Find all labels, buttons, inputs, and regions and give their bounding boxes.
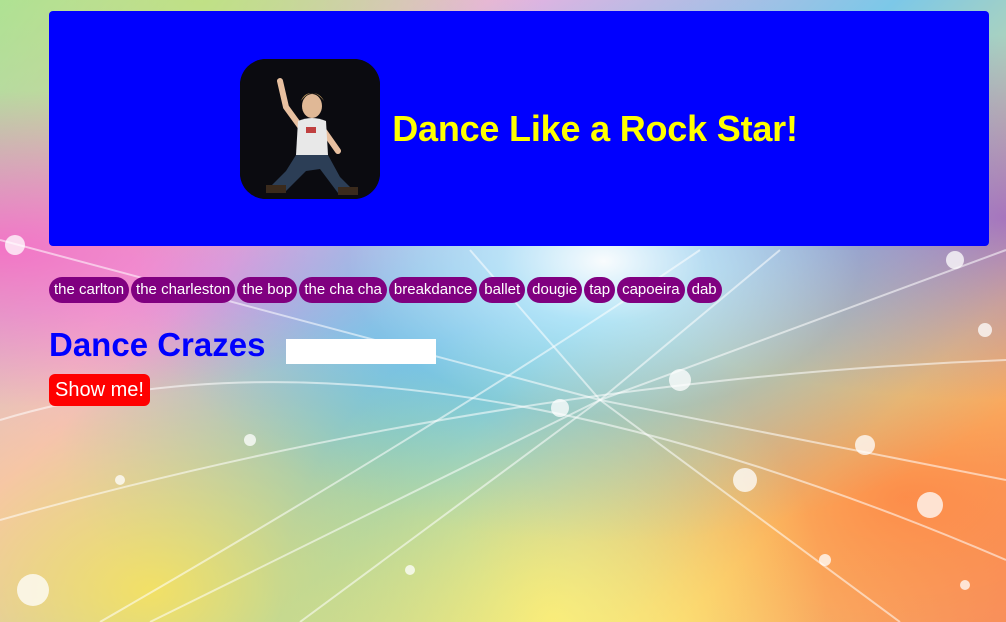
tag-the-bop[interactable]: the bop xyxy=(237,277,298,303)
tag-breakdance[interactable]: breakdance xyxy=(388,277,478,303)
tag-capoeira[interactable]: capoeira xyxy=(617,277,685,303)
tag-ballet[interactable]: ballet xyxy=(479,277,526,303)
section-title: Dance Crazes xyxy=(49,326,266,363)
tag-dab[interactable]: dab xyxy=(686,277,722,303)
tag-the-carlton[interactable]: the carlton xyxy=(49,277,130,303)
tag-the-charleston[interactable]: the charleston xyxy=(131,277,236,303)
header-banner: Dance Like a Rock Star! xyxy=(49,11,989,246)
show-me-button[interactable]: Show me! xyxy=(49,374,150,406)
tag-tap[interactable]: tap xyxy=(584,277,616,303)
page-title: Dance Like a Rock Star! xyxy=(392,107,798,149)
dancer-figure-icon xyxy=(240,58,381,199)
dance-tag-list: the carlton the charleston the bop the c… xyxy=(49,277,722,303)
tag-dougie[interactable]: dougie xyxy=(527,277,583,303)
dancing-man-image xyxy=(240,58,381,199)
search-input[interactable] xyxy=(286,339,436,364)
tag-the-cha-cha[interactable]: the cha cha xyxy=(299,277,387,303)
